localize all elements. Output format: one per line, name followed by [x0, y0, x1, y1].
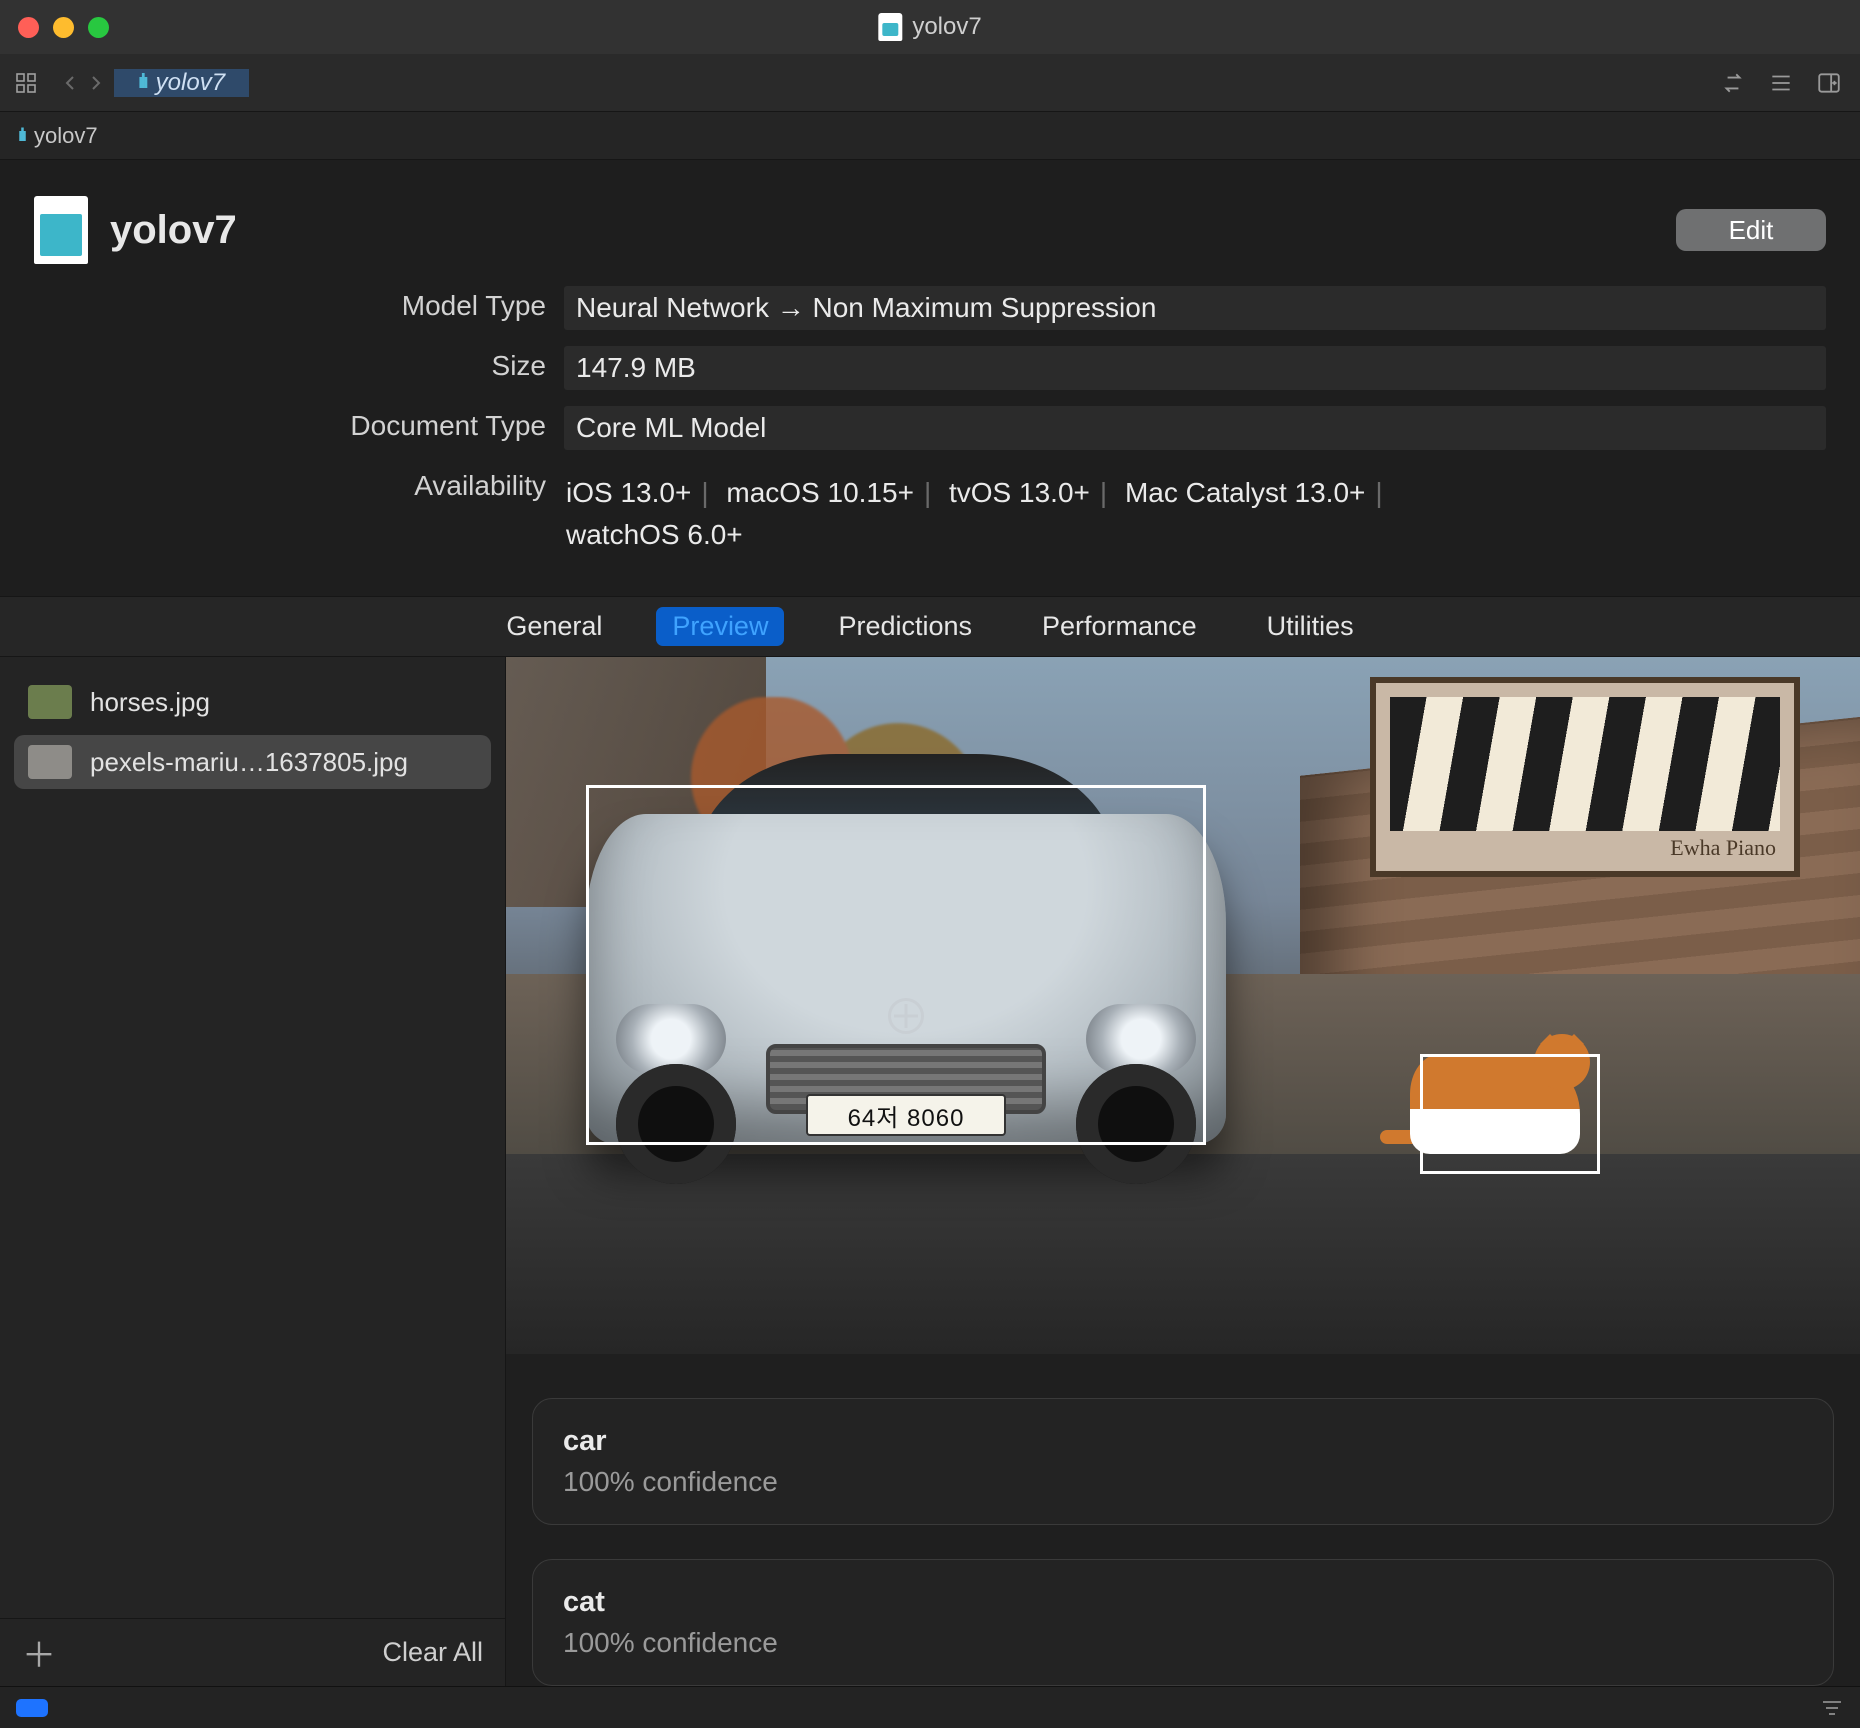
navigator-grid-icon[interactable] — [0, 71, 52, 95]
list-lines-icon[interactable] — [1768, 70, 1794, 96]
swap-icon[interactable] — [1720, 70, 1746, 96]
bounding-box-cat — [1420, 1054, 1600, 1174]
breadcrumb-item[interactable]: yolov7 — [34, 123, 98, 149]
file-tab-label: yolov7 — [156, 69, 225, 97]
nav-back-icon[interactable] — [58, 71, 82, 95]
tab-preview[interactable]: Preview — [656, 607, 784, 646]
document-icon — [34, 196, 88, 264]
detection-confidence: 100% confidence — [563, 1627, 1803, 1659]
sign-text: Ewha Piano — [1670, 835, 1776, 861]
model-header: yolov7 Edit — [0, 160, 1860, 286]
clear-all-button[interactable]: Clear All — [382, 1637, 483, 1668]
document-icon — [878, 13, 902, 41]
info-label-availability: Availability — [34, 466, 564, 502]
info-label-size: Size — [34, 346, 564, 382]
add-file-button[interactable]: ＋ — [22, 1628, 56, 1677]
bounding-box-car — [586, 785, 1206, 1145]
edit-button[interactable]: Edit — [1676, 209, 1826, 251]
list-item[interactable]: horses.jpg — [14, 675, 491, 729]
list-item-label: horses.jpg — [90, 687, 210, 718]
info-value-model-type: Neural Network → Non Maximum Suppression — [564, 286, 1826, 330]
model-info: Model Type Neural Network → Non Maximum … — [0, 286, 1860, 578]
window-title-text: yolov7 — [912, 13, 981, 41]
info-value-document-type: Core ML Model — [564, 406, 1826, 450]
filter-icon[interactable] — [1820, 1698, 1844, 1718]
page-title: yolov7 — [110, 208, 237, 253]
info-label-model-type: Model Type — [34, 286, 564, 322]
detections-list: car 100% confidence cat 100% confidence — [506, 1354, 1860, 1686]
window-controls — [18, 17, 109, 38]
model-file-icon: ılı — [18, 125, 24, 146]
detection-label: car — [563, 1425, 1803, 1458]
list-item[interactable]: pexels-mariu…1637805.jpg — [14, 735, 491, 789]
model-file-icon: ılı — [138, 71, 146, 94]
nav-forward-icon[interactable] — [84, 71, 108, 95]
detection-card[interactable]: car 100% confidence — [532, 1398, 1834, 1525]
tab-general[interactable]: General — [490, 607, 618, 646]
detection-label: cat — [563, 1586, 1803, 1619]
status-bar — [0, 1686, 1860, 1728]
toolbar: ılı yolov7 — [0, 54, 1860, 112]
titlebar: yolov7 — [0, 0, 1860, 54]
zoom-window[interactable] — [88, 17, 109, 38]
thumbnail — [28, 685, 72, 719]
tab-predictions[interactable]: Predictions — [822, 607, 988, 646]
tab-performance[interactable]: Performance — [1026, 607, 1213, 646]
status-indicator[interactable] — [16, 1699, 48, 1717]
preview-sidebar: horses.jpg pexels-mariu…1637805.jpg ＋ Cle… — [0, 657, 506, 1686]
detection-confidence: 100% confidence — [563, 1466, 1803, 1498]
breadcrumb: ılı yolov7 — [0, 112, 1860, 160]
store-sign: Ewha Piano — [1370, 677, 1800, 877]
detection-card[interactable]: cat 100% confidence — [532, 1559, 1834, 1686]
info-value-size: 147.9 MB — [564, 346, 1826, 390]
minimize-window[interactable] — [53, 17, 74, 38]
tab-utilities[interactable]: Utilities — [1251, 607, 1370, 646]
window-title: yolov7 — [878, 13, 981, 41]
info-value-availability: iOS 13.0+| macOS 10.15+| tvOS 13.0+| Mac… — [564, 466, 1826, 562]
section-tabs: General Preview Predictions Performance … — [0, 596, 1860, 657]
thumbnail — [28, 745, 72, 779]
add-pane-icon[interactable] — [1816, 70, 1842, 96]
info-label-document-type: Document Type — [34, 406, 564, 442]
sidebar-footer: ＋ Clear All — [0, 1618, 505, 1686]
file-tab[interactable]: ılı yolov7 — [114, 69, 249, 97]
list-item-label: pexels-mariu…1637805.jpg — [90, 747, 408, 778]
close-window[interactable] — [18, 17, 39, 38]
image-viewer[interactable]: Ewha Piano 64저 8060 — [506, 657, 1860, 1354]
preview-file-list: horses.jpg pexels-mariu…1637805.jpg — [0, 657, 505, 1618]
preview-main: Ewha Piano 64저 8060 — [506, 657, 1860, 1686]
